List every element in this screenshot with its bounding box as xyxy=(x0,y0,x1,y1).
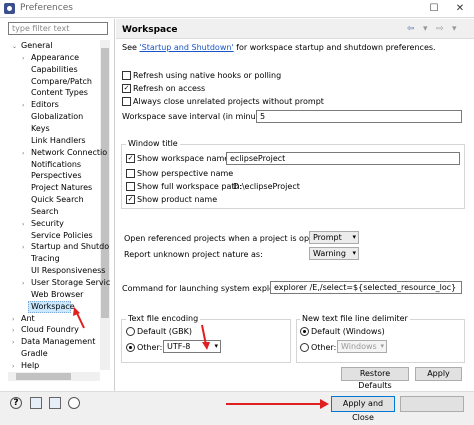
annotation-arrows xyxy=(73,307,329,409)
workspace-arrow-head xyxy=(73,307,80,316)
apply-close-arrow-head xyxy=(320,399,329,409)
encoding-arrow-head xyxy=(202,342,210,350)
